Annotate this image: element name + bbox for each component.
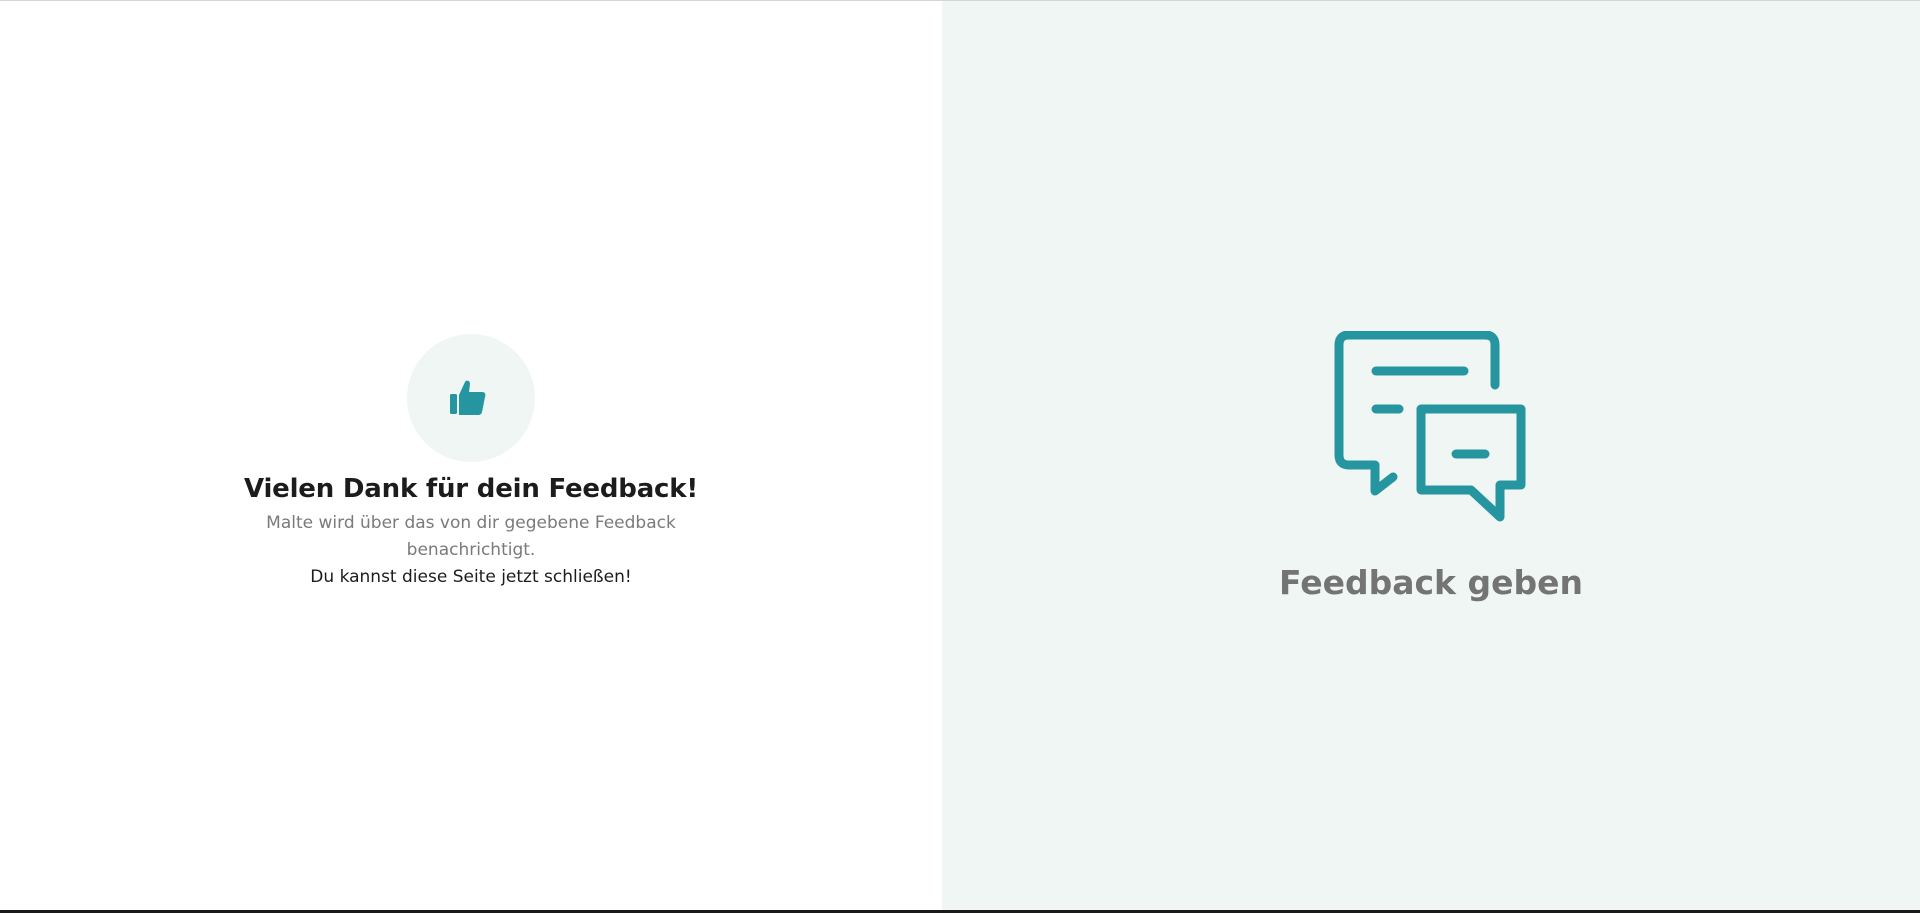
thumb-badge [407,334,535,462]
confirmation-pane: Vielen Dank für dein Feedback! Malte wir… [0,1,942,910]
confirmation-title: Vielen Dank für dein Feedback! [243,474,698,504]
page: Vielen Dank für dein Feedback! Malte wir… [0,0,1920,913]
confirmation-message: Vielen Dank für dein Feedback! Malte wir… [0,334,942,591]
confirmation-subtitle: Malte wird über das von dir gegebene Fee… [266,513,676,560]
thumbs-up-icon [450,380,486,415]
close-page-hint: Du kannst diese Seite jetzt schließen! [310,567,632,587]
feedback-pane: Feedback geben [942,1,1920,910]
chat-bubbles-icon [1334,331,1526,522]
give-feedback-button[interactable]: Feedback geben [942,331,1920,602]
give-feedback-label[interactable]: Feedback geben [1279,563,1583,602]
